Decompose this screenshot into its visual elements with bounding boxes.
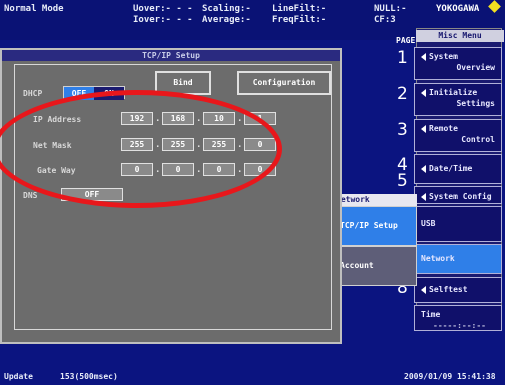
arrow-icon xyxy=(421,192,426,201)
time-label: Time xyxy=(421,310,441,319)
menu-item-system-config[interactable]: System Config xyxy=(414,186,502,204)
arrow-icon xyxy=(421,52,426,61)
time-value: -----:--:-- xyxy=(433,321,486,330)
datetime-display: 2009/01/09 15:41:38 xyxy=(404,372,496,381)
submenu-item-account[interactable]: Account xyxy=(333,246,417,286)
arrow-icon xyxy=(421,164,426,173)
menu-item-label: System xyxy=(429,52,458,61)
cf-indicator: CF:3 xyxy=(374,15,396,25)
menu-item-label: USB xyxy=(421,219,436,228)
page-label: PAGE xyxy=(396,36,416,45)
linefilt-indicator: LineFilt:- xyxy=(272,4,327,14)
menu-item-remote-control[interactable]: Remote Control xyxy=(414,119,502,152)
brand-logo: YOKOGAWA xyxy=(436,4,480,14)
uover-indicator: Uover:- - - xyxy=(133,4,193,14)
misc-menu-title: Misc Menu xyxy=(416,30,504,42)
menu-item-label: Date/Time xyxy=(429,164,473,173)
page-number-1: 1 xyxy=(397,48,408,68)
freqfilt-indicator: FreqFilt:- xyxy=(272,15,327,25)
time-box: Time -----:--:-- xyxy=(414,305,502,331)
menu-item-initialize-settings[interactable]: Initialize Settings xyxy=(414,83,502,116)
network-submenu-title: Network xyxy=(333,194,417,206)
arrow-icon xyxy=(421,88,426,97)
page-number-2: 2 xyxy=(397,84,408,104)
update-label: Update xyxy=(4,372,33,381)
mode-label: Normal Mode xyxy=(4,4,64,14)
menu-item-label: Initialize xyxy=(429,88,478,97)
dialog-title: TCP/IP Setup xyxy=(2,50,340,61)
menu-item-system-overview[interactable]: System Overview xyxy=(414,47,502,80)
null-indicator: NULL:- xyxy=(374,4,407,14)
menu-item-label: Selftest xyxy=(429,285,468,294)
arrow-icon xyxy=(421,124,426,133)
scaling-indicator: Scaling:- xyxy=(202,4,251,14)
iover-indicator: Iover:- - - xyxy=(133,15,193,25)
menu-item-selftest[interactable]: Selftest xyxy=(414,277,502,303)
update-count: 153(500msec) xyxy=(60,372,118,381)
dns-label: DNS xyxy=(23,191,38,200)
average-indicator: Average:- xyxy=(202,15,251,25)
menu-item-label: Remote xyxy=(429,124,458,133)
menu-item-usb[interactable]: USB xyxy=(414,206,502,242)
menu-item-network[interactable]: Network xyxy=(414,244,502,274)
arrow-icon xyxy=(421,285,426,294)
page-number-5: 5 xyxy=(397,171,408,191)
bottom-status-bar: Update 153(500msec) 2009/01/09 15:41:38 xyxy=(0,368,505,385)
configuration-button[interactable]: Configuration xyxy=(237,71,331,95)
submenu-item-tcpip-setup[interactable]: TCP/IP Setup xyxy=(333,206,417,246)
page-number-3: 3 xyxy=(397,120,408,140)
menu-item-label-2: Overview xyxy=(456,63,495,72)
menu-item-label: System Config xyxy=(429,192,492,201)
dhcp-label: DHCP xyxy=(23,89,43,98)
menu-item-label: Network xyxy=(421,254,455,263)
status-diamond-icon xyxy=(488,0,501,13)
menu-item-label-2: Control xyxy=(461,135,495,144)
menu-item-label-2: Settings xyxy=(456,99,495,108)
menu-item-date-time[interactable]: Date/Time xyxy=(414,154,502,184)
annotation-circle xyxy=(0,90,282,208)
network-submenu: Network TCP/IP Setup Account xyxy=(333,194,417,286)
